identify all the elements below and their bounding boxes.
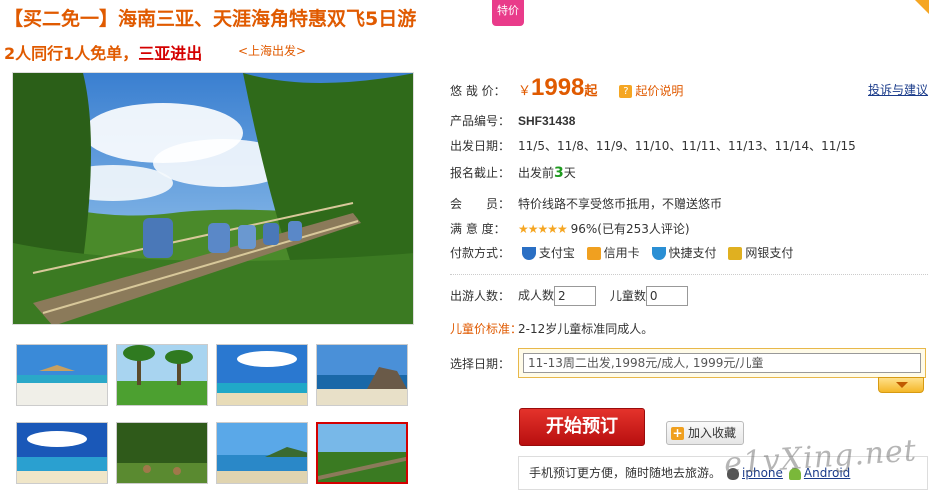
departure-city: <上海出发> xyxy=(238,44,307,58)
thumbnail-5[interactable] xyxy=(16,422,108,484)
payment-credit-card-label: 信用卡 xyxy=(603,246,640,260)
departure-dates-label: 出发日期： xyxy=(450,139,511,153)
child-price-label: 儿童价标准： xyxy=(450,322,523,336)
price-suffix: 起 xyxy=(584,84,598,99)
product-code-value: SHF31438 xyxy=(518,114,576,128)
travelers-row: 出游人数： 成人数 2 儿童数 0 xyxy=(450,286,688,306)
departure-dates-value: 11/5、11/8、11/9、11/10、11/11、11/13、11/14、1… xyxy=(518,139,856,153)
subtitle-part1: 2人同行1人免单， xyxy=(4,44,139,63)
date-select-value[interactable]: 11-13周二出发,1998元/成人, 1999元/儿童 xyxy=(523,353,921,373)
deadline-suffix: 天 xyxy=(563,166,576,180)
payment-credit-card: 信用卡 xyxy=(586,244,640,261)
payment-quick-pay: 快捷支付 xyxy=(651,244,717,261)
adult-label: 成人数 xyxy=(518,288,555,303)
credit-card-icon xyxy=(586,247,601,260)
date-select-label-row: 选择日期： xyxy=(450,355,518,372)
price-label: 悠 哉 价： xyxy=(450,84,506,98)
quick-pay-shield-icon xyxy=(651,247,666,260)
deadline-days: 3 xyxy=(554,165,564,181)
divider xyxy=(450,274,928,275)
thumbnail-6[interactable] xyxy=(116,422,208,484)
child-price-value: 2-12岁儿童标准同成人。 xyxy=(518,322,654,336)
deadline-label: 报名截止： xyxy=(450,166,511,180)
satisfaction-row: 满 意 度： ★★★★★ 96%(已有253人评论) xyxy=(450,220,690,237)
payment-unionpay-label: 网银支付 xyxy=(745,246,794,260)
departure-dates-row: 出发日期： 11/5、11/8、11/9、11/10、11/11、11/13、11… xyxy=(450,137,856,154)
rating-stars: ★★★★★ xyxy=(518,222,568,236)
satisfaction-label: 满 意 度： xyxy=(450,222,506,236)
thumbnail-8[interactable] xyxy=(316,422,408,484)
adult-count-input[interactable]: 2 xyxy=(554,286,597,306)
add-favorite-label: 加入收藏 xyxy=(688,426,737,440)
mobile-booking-text: 手机预订更方便，随时随地去旅游。 xyxy=(529,466,722,480)
complain-link[interactable]: 投诉与建议 xyxy=(868,81,928,98)
price-amount: 1998 xyxy=(531,74,585,101)
thumbnail-gallery xyxy=(16,344,412,484)
add-favorite-button[interactable]: + 加入收藏 xyxy=(666,421,744,445)
thumbnail-7[interactable] xyxy=(216,422,308,484)
price-row: 悠 哉 价： ￥1998起? 起价说明 xyxy=(450,74,683,102)
page-title: 【买二免一】海南三亚、天涯海角特惠双飞5日游 xyxy=(4,8,417,30)
thumbnail-1[interactable] xyxy=(16,344,108,406)
subtitle: 2人同行1人免单，三亚进出 xyxy=(4,40,202,64)
question-icon[interactable]: ? xyxy=(619,85,633,98)
date-select[interactable]: 11-13周二出发,1998元/成人, 1999元/儿童 xyxy=(518,348,926,378)
thumbnail-2[interactable] xyxy=(116,344,208,406)
unionpay-icon xyxy=(728,247,743,260)
date-select-label: 选择日期： xyxy=(450,357,511,371)
member-label: 会 员： xyxy=(450,197,511,211)
child-label: 儿童数 xyxy=(609,288,646,303)
member-row: 会 员： 特价线路不享受悠币抵用，不赠送悠币 xyxy=(450,195,722,212)
payment-label: 付款方式： xyxy=(450,246,511,260)
child-price-row: 儿童价标准：2-12岁儿童标准同成人。 xyxy=(450,320,653,337)
subtitle-part2: 三亚进出 xyxy=(138,44,203,63)
member-value: 特价线路不享受悠币抵用，不赠送悠币 xyxy=(518,197,723,211)
payment-unionpay: 网银支付 xyxy=(728,244,793,261)
alipay-shield-icon xyxy=(521,247,536,260)
date-dropdown-button[interactable] xyxy=(878,377,924,393)
travelers-label: 出游人数： xyxy=(450,288,511,303)
price-help-link[interactable]: 起价说明 xyxy=(635,84,683,98)
chevron-down-icon xyxy=(896,382,908,388)
payment-alipay: 支付宝 xyxy=(521,244,575,261)
payment-alipay-label: 支付宝 xyxy=(538,246,575,260)
product-code-row: 产品编号： SHF31438 xyxy=(450,112,575,129)
satisfaction-value: 96%(已有253人评论) xyxy=(570,222,690,236)
payment-quick-pay-label: 快捷支付 xyxy=(668,246,717,260)
product-code-label: 产品编号： xyxy=(450,114,511,128)
special-price-badge: 特价 xyxy=(492,0,524,26)
deadline-row: 报名截止： 出发前3天 xyxy=(450,164,576,181)
payment-row: 付款方式： 支付宝 信用卡 快捷支付 网银支付 xyxy=(450,244,801,261)
plus-icon: + xyxy=(671,426,684,440)
thumbnail-4[interactable] xyxy=(316,344,408,406)
price-currency: ￥ xyxy=(518,84,532,99)
main-photo[interactable] xyxy=(12,72,414,325)
book-button[interactable]: 开始预订 xyxy=(519,408,645,446)
child-count-input[interactable]: 0 xyxy=(645,286,688,306)
corner-decoration xyxy=(915,0,929,14)
deadline-prefix: 出发前 xyxy=(518,166,555,180)
thumbnail-3[interactable] xyxy=(216,344,308,406)
